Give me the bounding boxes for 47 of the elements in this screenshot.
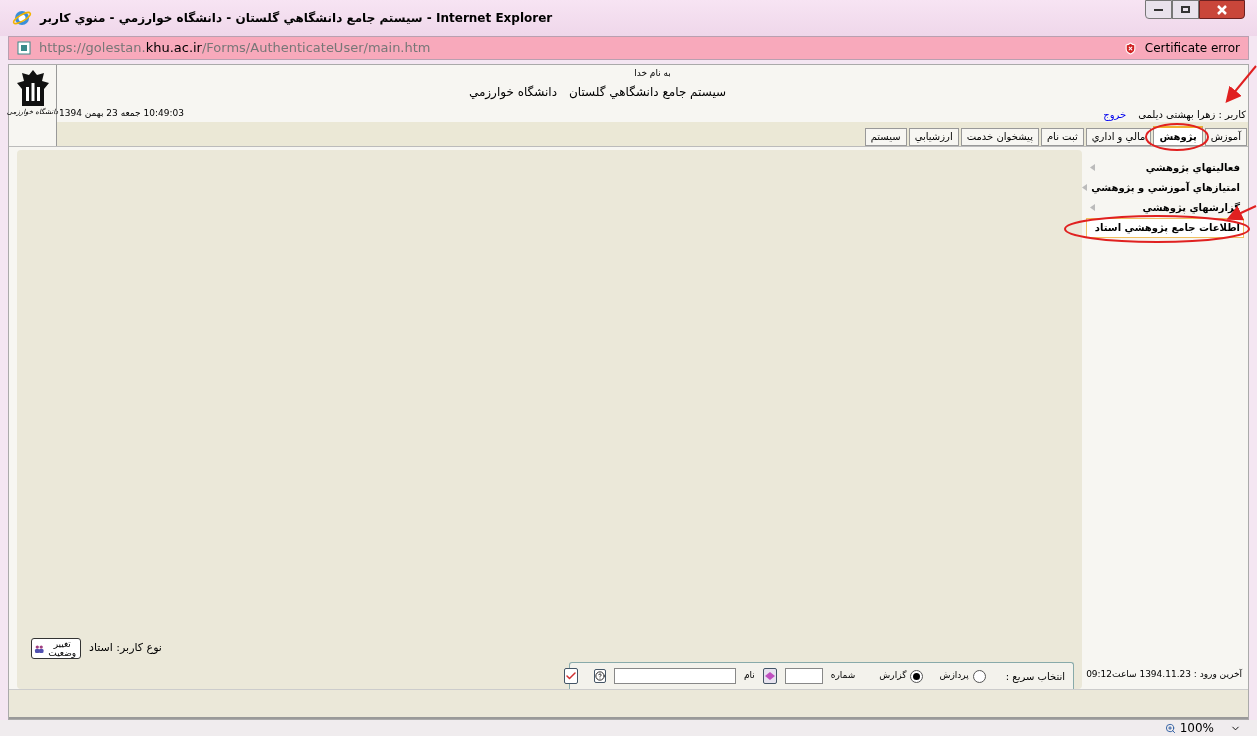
system-name: سيستم جامع دانشگاهي گلستان bbox=[568, 83, 727, 101]
menu-tab[interactable]: آموزش bbox=[1204, 127, 1247, 146]
sidebar-menu-item[interactable]: فعاليتهاي پژوهشي bbox=[1086, 157, 1244, 178]
sidebar-menu-item[interactable]: امتيازهاي آموزشي و پژوهشي bbox=[1086, 177, 1244, 198]
annotation-ellipse bbox=[1145, 123, 1209, 151]
last-login: آخرین ورود : 1394.11.23 ساعت09:12 bbox=[1085, 667, 1243, 681]
annotation-arrow bbox=[1225, 65, 1257, 104]
zoom-icon bbox=[1164, 722, 1176, 734]
zoom-level[interactable]: 100% bbox=[1179, 719, 1214, 736]
error-icon bbox=[1123, 41, 1137, 55]
certificate-error[interactable]: Certificate error bbox=[1144, 39, 1240, 57]
page-icon bbox=[17, 41, 31, 55]
radio-label: گزارش bbox=[879, 669, 907, 683]
name-label: نام bbox=[743, 669, 755, 683]
sidebar-menu-item[interactable]: اطلاعات جامع پژوهشي استاد bbox=[1086, 217, 1244, 238]
menu-tab[interactable]: پيشخوان خدمت bbox=[960, 127, 1039, 146]
radio-button[interactable] bbox=[972, 669, 986, 683]
name-field[interactable] bbox=[613, 668, 736, 684]
menu-tab[interactable]: مالي و اداري bbox=[1085, 127, 1152, 146]
date-time: 10:49:03 جمعه 23 بهمن 1394 bbox=[59, 107, 184, 121]
browser-logo-icon bbox=[12, 8, 32, 28]
confirm-button[interactable] bbox=[563, 668, 578, 684]
help-icon bbox=[594, 671, 605, 681]
number-field[interactable] bbox=[784, 668, 823, 684]
number-label: شماره bbox=[830, 669, 856, 683]
minimize-button[interactable] bbox=[1145, 0, 1172, 19]
logout-link[interactable]: خروج bbox=[1103, 106, 1127, 122]
user-name: کاربر : زهرا بهشتی دیلمی bbox=[1138, 107, 1246, 122]
address-url[interactable]: https://golestan.khu.ac.ir/Forms/AuthenticateUser/main.htm bbox=[39, 38, 431, 58]
radio-button[interactable] bbox=[910, 669, 924, 683]
menu-tab[interactable]: سيستم bbox=[864, 127, 907, 146]
quick-select-label: انتخاب سريع : bbox=[1005, 669, 1065, 684]
user-type: نوع کاربر: استاد bbox=[89, 640, 162, 657]
maximize-button[interactable] bbox=[1172, 0, 1199, 19]
change-status-button[interactable]: تغيير وضعيت bbox=[31, 638, 81, 659]
logo-icon bbox=[15, 69, 50, 107]
close-icon bbox=[1217, 4, 1227, 15]
menu-tab[interactable]: ارزشيابي bbox=[908, 127, 959, 146]
radio-label: پردازش bbox=[939, 669, 969, 683]
university-name: دانشگاه خوارزمي bbox=[468, 83, 557, 101]
menu-tab[interactable]: ثبت نام bbox=[1040, 127, 1084, 146]
blessing-text: به نام خدا bbox=[634, 67, 671, 80]
menu-tab[interactable]: پژوهش bbox=[1153, 125, 1203, 146]
window-title: سيستم جامع دانشگاهي گلستان - دانشگاه خوارزمي - منوي كاربر - Internet Explorer bbox=[40, 10, 553, 27]
close-button[interactable] bbox=[1199, 0, 1245, 19]
help-button[interactable] bbox=[593, 669, 606, 683]
check-icon bbox=[564, 670, 577, 682]
